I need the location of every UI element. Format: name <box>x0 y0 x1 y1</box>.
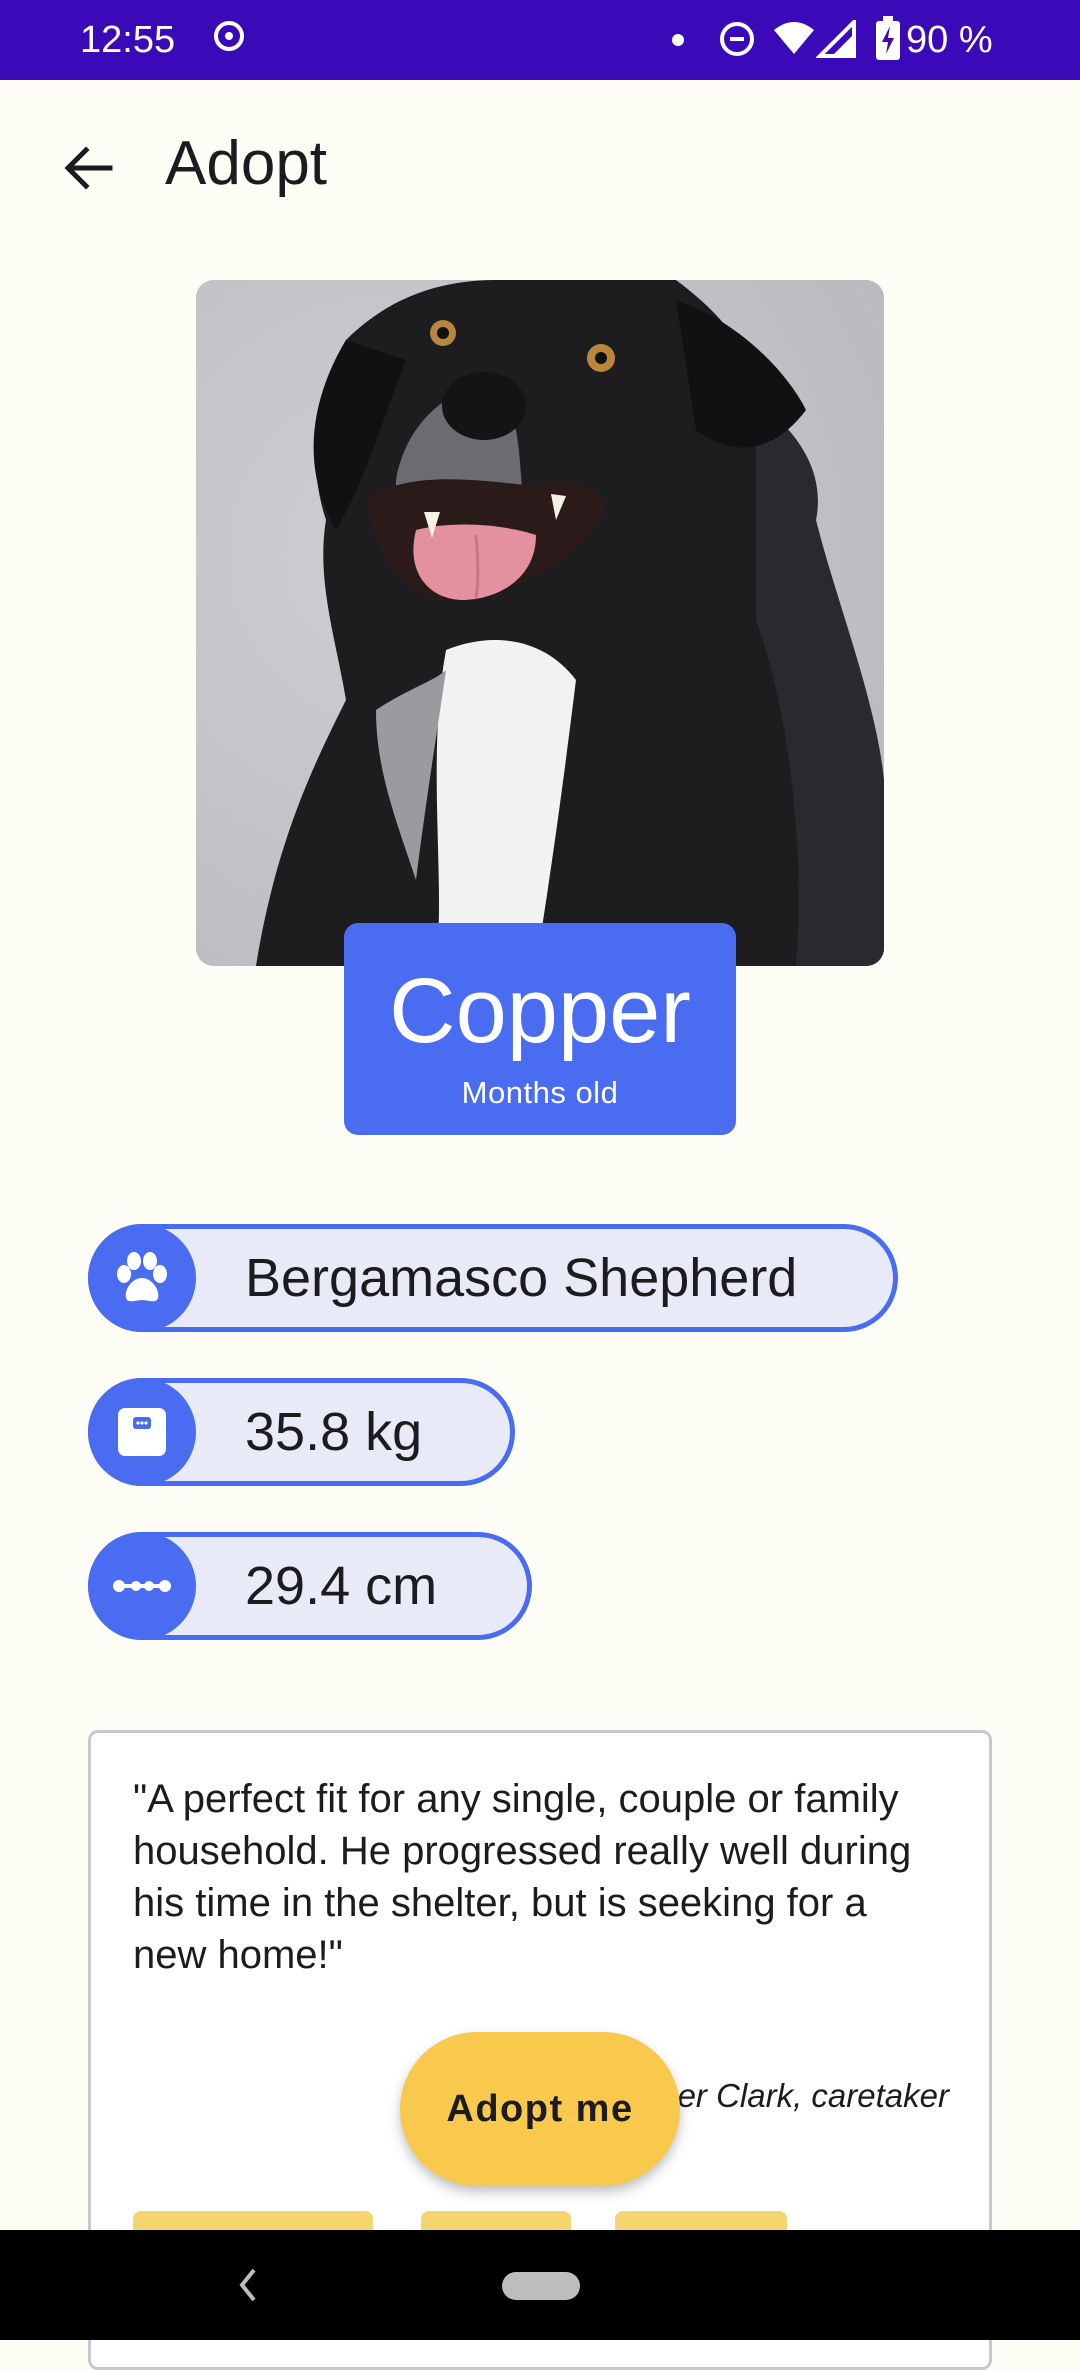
quote-text: "A perfect fit for any single, couple or… <box>133 1777 912 1977</box>
adopt-me-button[interactable]: Adopt me <box>400 2032 680 2186</box>
breed-label: Bergamasco Shepherd <box>245 1248 798 1308</box>
ruler-icon <box>88 1532 196 1640</box>
pet-name-card: Copper Months old <box>344 923 736 1135</box>
wifi-icon <box>774 22 814 54</box>
notification-dot-icon <box>672 34 684 46</box>
weight-chip: 35.8 kg <box>88 1378 515 1486</box>
status-bar: 12:55 90 % <box>0 0 1080 80</box>
signal-icon <box>816 20 856 58</box>
pet-age: Months old <box>461 1075 619 1110</box>
scale-icon <box>88 1378 196 1486</box>
battery-charging-icon <box>876 16 900 60</box>
battery-percent: 90 % <box>906 19 993 61</box>
do-not-disturb-icon <box>720 22 754 56</box>
system-navigation-bar <box>0 2230 1080 2340</box>
weight-label: 35.8 kg <box>245 1402 423 1462</box>
quote-author: er Clark, caretaker <box>677 2077 949 2114</box>
pet-name: Copper <box>389 960 691 1062</box>
back-button[interactable] <box>48 128 128 208</box>
arrow-back-icon <box>64 146 113 190</box>
status-time: 12:55 <box>80 19 176 61</box>
pet-photo <box>196 280 884 966</box>
height-label: 29.4 cm <box>245 1556 438 1616</box>
paw-icon <box>88 1224 196 1332</box>
breed-chip: Bergamasco Shepherd <box>88 1224 898 1332</box>
page-title: Adopt <box>165 129 328 198</box>
height-chip: 29.4 cm <box>88 1532 532 1640</box>
nav-back-icon[interactable] <box>236 2266 260 2304</box>
nav-home-pill[interactable] <box>502 2272 580 2300</box>
top-app-bar: Adopt <box>0 80 1080 240</box>
screen-record-icon <box>214 21 244 51</box>
